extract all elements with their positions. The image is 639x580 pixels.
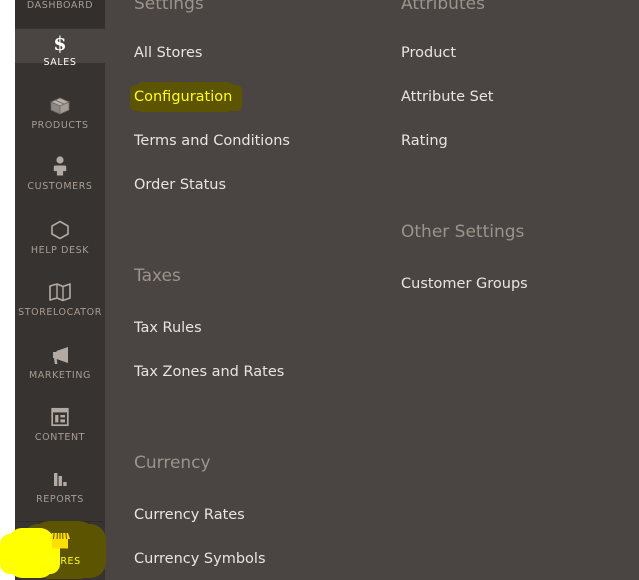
person-icon [50,155,70,177]
menu-heading-attributes: Attributes [401,0,485,14]
map-icon [47,281,73,303]
sidebar-item-label-reports: REPORTS [36,494,84,505]
sidebar-divider [15,521,105,522]
sidebar-item-content[interactable]: CONTENT [15,402,105,443]
sidebar-item-marketing[interactable]: MARKETING [15,340,105,381]
sidebar-item-help-desk[interactable]: HELP DESK [15,215,105,256]
admin-sidebar: DASHBOARD $ SALES PRODUCTS CUSTOMERS HEL… [15,0,105,580]
svg-text:$: $ [53,33,66,53]
menu-heading-settings: Settings [134,0,204,14]
menu-link-currency-symbols[interactable]: Currency Symbols [134,551,266,567]
mega-menu-panel: Settings All Stores Configuration Terms … [105,0,639,580]
sidebar-item-reports[interactable]: REPORTS [15,464,105,505]
menu-link-configuration[interactable]: Configuration [134,89,232,105]
sidebar-item-label-marketing: MARKETING [28,370,91,381]
menu-link-tax-zones-and-rates[interactable]: Tax Zones and Rates [134,364,284,380]
sidebar-item-label-help-desk: HELP DESK [30,245,90,256]
megaphone-icon [47,344,73,366]
menu-link-currency-rates[interactable]: Currency Rates [134,507,245,523]
sidebar-item-label-sales: SALES [43,57,77,68]
menu-heading-taxes: Taxes [134,266,181,286]
dollar-icon: $ [51,33,69,53]
menu-link-all-stores[interactable]: All Stores [134,45,202,61]
sidebar-item-label-storelocator: STORELOCATOR [18,307,102,318]
sidebar-item-customers[interactable]: CUSTOMERS [15,151,105,192]
menu-link-rating[interactable]: Rating [401,133,448,149]
sidebar-item-stores[interactable]: STORES [15,524,105,580]
sidebar-item-dashboard[interactable]: DASHBOARD [15,0,105,28]
menu-link-tax-rules[interactable]: Tax Rules [134,320,202,336]
menu-link-product[interactable]: Product [401,45,456,61]
sidebar-item-label-dashboard: DASHBOARD [26,0,94,11]
sidebar-item-sales[interactable]: $ SALES [15,29,105,68]
hexagon-icon [48,219,72,241]
layout-icon [48,406,72,428]
sidebar-item-label-products: PRODUCTS [31,120,89,131]
menu-heading-other-settings: Other Settings [401,222,525,242]
admin-mega-menu-screen: DASHBOARD $ SALES PRODUCTS CUSTOMERS HEL… [0,0,639,580]
menu-link-terms-and-conditions[interactable]: Terms and Conditions [134,133,290,149]
sidebar-item-label-stores: STORES [39,556,81,567]
bar-chart-icon [48,468,72,490]
sidebar-item-label-content: CONTENT [34,432,86,443]
box-icon [48,94,72,116]
menu-link-customer-groups[interactable]: Customer Groups [401,276,528,292]
menu-link-order-status[interactable]: Order Status [134,177,226,193]
sidebar-item-storelocator[interactable]: STORELOCATOR [15,277,105,318]
menu-link-attribute-set[interactable]: Attribute Set [401,89,493,105]
menu-heading-currency: Currency [134,453,211,473]
storefront-icon [46,530,74,552]
sidebar-item-label-customers: CUSTOMERS [27,181,93,192]
sidebar-item-products[interactable]: PRODUCTS [15,90,105,131]
